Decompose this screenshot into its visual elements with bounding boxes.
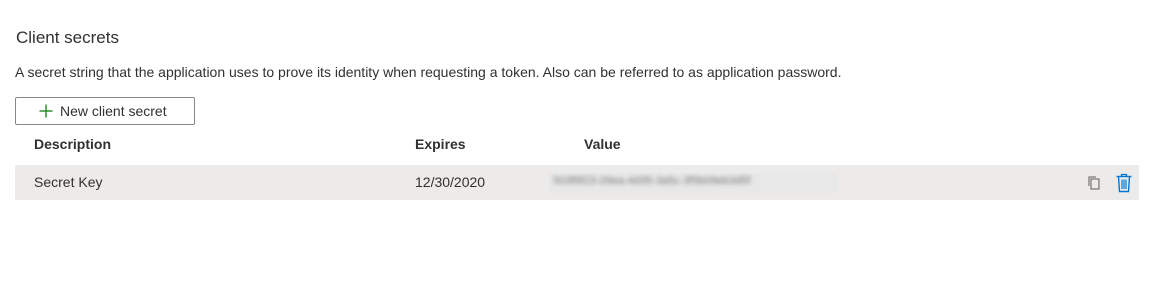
column-header-expires: Expires [415,136,466,152]
section-title: Client secrets [16,28,119,47]
column-header-description: Description [34,136,112,152]
plus-icon [39,104,53,118]
delete-icon[interactable] [1115,173,1133,193]
secret-description-cell: Secret Key [34,174,103,190]
copy-icon[interactable] [1086,175,1102,191]
table-row[interactable]: Secret Key 12/30/2020 503f9f23-29ea-4d35… [15,165,1139,200]
new-client-secret-button[interactable]: New client secret [15,97,195,125]
new-client-secret-label: New client secret [60,103,167,119]
secret-value-redacted: 503f9f23-29ea-4d35-3a5c-3f5b09eb3d5f [553,175,751,187]
column-header-value: Value [584,136,621,152]
secret-value-cell: 503f9f23-29ea-4d35-3a5c-3f5b09eb3d5f [549,173,837,193]
section-description: A secret string that the application use… [15,64,842,80]
secret-expires-cell: 12/30/2020 [415,174,486,190]
